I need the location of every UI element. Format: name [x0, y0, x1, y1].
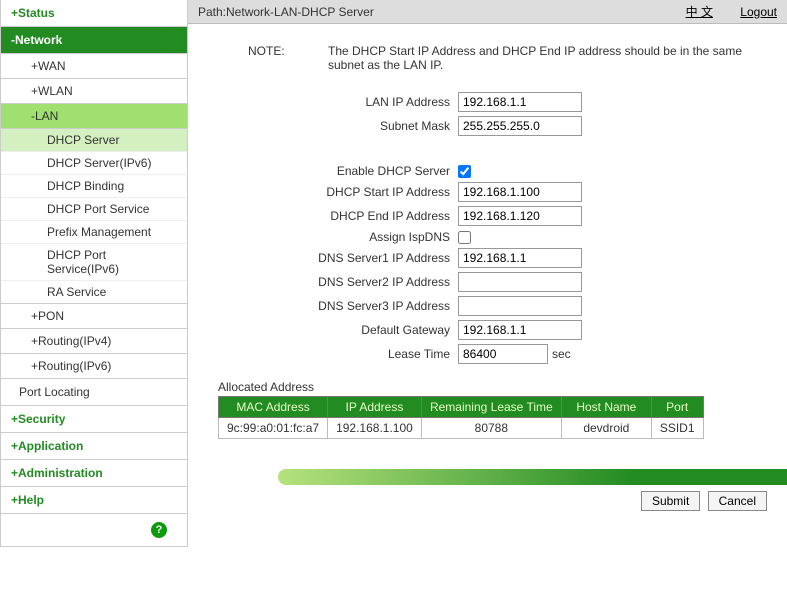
help-icon[interactable]: ? [151, 522, 167, 538]
nav-network[interactable]: -Network [1, 27, 187, 54]
th-host: Host Name [561, 397, 651, 418]
note-label: NOTE: [248, 44, 308, 72]
end-ip-label: DHCP End IP Address [248, 209, 458, 223]
nav-help[interactable]: +Help [1, 487, 187, 514]
allocated-title: Allocated Address [218, 380, 757, 394]
lan-ip-input[interactable] [458, 92, 582, 112]
table-row: 9c:99:a0:01:fc:a7 192.168.1.100 80788 de… [219, 418, 704, 439]
enable-dhcp-checkbox[interactable] [458, 165, 471, 178]
nav-routing-ipv4[interactable]: +Routing(IPv4) [1, 329, 187, 354]
cancel-button[interactable]: Cancel [708, 491, 767, 511]
dns3-label: DNS Server3 IP Address [248, 299, 458, 313]
nav-wlan[interactable]: +WLAN [1, 79, 187, 104]
lan-ip-label: LAN IP Address [248, 95, 458, 109]
dns3-input[interactable] [458, 296, 582, 316]
gateway-label: Default Gateway [248, 323, 458, 337]
enable-dhcp-label: Enable DHCP Server [248, 164, 458, 178]
topbar: Path:Network-LAN-DHCP Server 中 文 Logout [188, 0, 787, 24]
note-text: The DHCP Start IP Address and DHCP End I… [308, 44, 757, 72]
nav-pon[interactable]: +PON [1, 304, 187, 329]
th-mac: MAC Address [219, 397, 328, 418]
subnet-input[interactable] [458, 116, 582, 136]
lease-input[interactable] [458, 344, 548, 364]
td-remaining: 80788 [421, 418, 561, 439]
nav-wan[interactable]: +WAN [1, 54, 187, 79]
nav-dhcp-binding[interactable]: DHCP Binding [1, 175, 187, 198]
footer: Submit Cancel [188, 469, 787, 521]
nav-security[interactable]: +Security [1, 406, 187, 433]
language-link[interactable]: 中 文 [686, 5, 713, 19]
logout-link[interactable]: Logout [740, 5, 777, 19]
td-mac: 9c:99:a0:01:fc:a7 [219, 418, 328, 439]
main-content: Path:Network-LAN-DHCP Server 中 文 Logout … [188, 0, 787, 547]
subnet-label: Subnet Mask [248, 119, 458, 133]
start-ip-input[interactable] [458, 182, 582, 202]
assign-ispdns-checkbox[interactable] [458, 231, 471, 244]
dns2-input[interactable] [458, 272, 582, 292]
allocated-table: MAC Address IP Address Remaining Lease T… [218, 396, 704, 439]
td-ip: 192.168.1.100 [328, 418, 422, 439]
assign-ispdns-label: Assign IspDNS [248, 230, 458, 244]
nav-application[interactable]: +Application [1, 433, 187, 460]
nav-lan[interactable]: -LAN [1, 104, 187, 129]
nav-routing-ipv6[interactable]: +Routing(IPv6) [1, 354, 187, 379]
th-ip: IP Address [328, 397, 422, 418]
sidebar: +Status -Network +WAN +WLAN -LAN DHCP Se… [0, 0, 188, 547]
nav-port-locating[interactable]: Port Locating [1, 379, 187, 406]
nav-status[interactable]: +Status [1, 0, 187, 27]
end-ip-input[interactable] [458, 206, 582, 226]
lease-label: Lease Time [248, 347, 458, 361]
nav-prefix-management[interactable]: Prefix Management [1, 221, 187, 244]
nav-ra-service[interactable]: RA Service [1, 281, 187, 304]
dns1-label: DNS Server1 IP Address [248, 251, 458, 265]
nav-dhcp-port-service[interactable]: DHCP Port Service [1, 198, 187, 221]
breadcrumb: Path:Network-LAN-DHCP Server [198, 5, 374, 19]
submit-button[interactable]: Submit [641, 491, 700, 511]
footer-bar [278, 469, 787, 485]
td-port: SSID1 [651, 418, 703, 439]
th-port: Port [651, 397, 703, 418]
nav-dhcp-port-service-ipv6[interactable]: DHCP Port Service(IPv6) [1, 244, 187, 281]
gateway-input[interactable] [458, 320, 582, 340]
nav-administration[interactable]: +Administration [1, 460, 187, 487]
dns2-label: DNS Server2 IP Address [248, 275, 458, 289]
dns1-input[interactable] [458, 248, 582, 268]
lease-suffix: sec [552, 347, 571, 361]
nav-dhcp-server[interactable]: DHCP Server [1, 129, 187, 152]
start-ip-label: DHCP Start IP Address [248, 185, 458, 199]
th-remaining: Remaining Lease Time [421, 397, 561, 418]
td-host: devdroid [561, 418, 651, 439]
nav-dhcp-server-ipv6[interactable]: DHCP Server(IPv6) [1, 152, 187, 175]
